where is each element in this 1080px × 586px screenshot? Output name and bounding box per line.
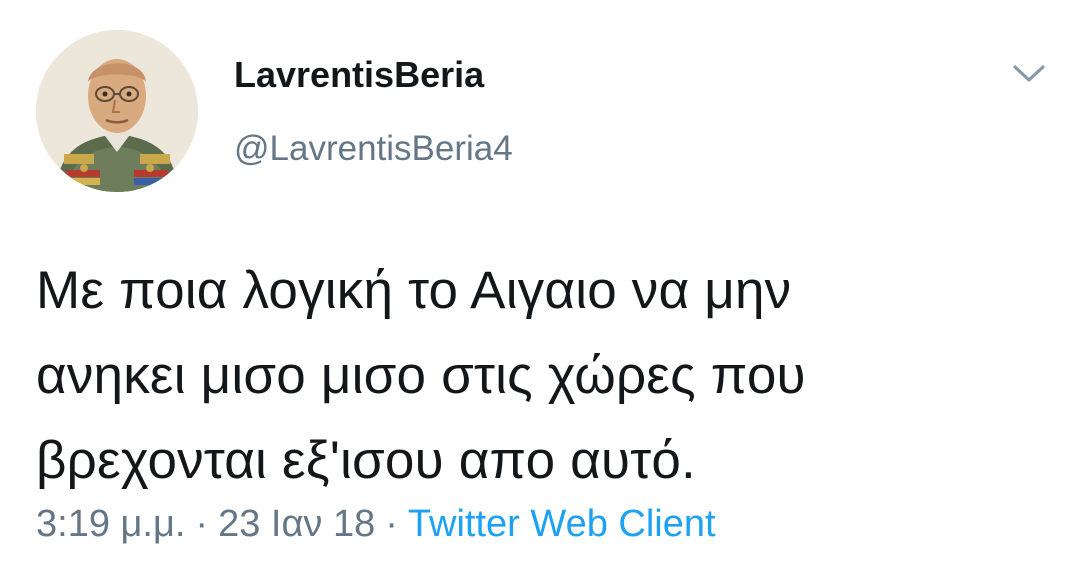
- display-name[interactable]: LavrentisBeria: [234, 53, 484, 97]
- chevron-down-icon: [1013, 65, 1045, 82]
- avatar[interactable]: [36, 30, 198, 192]
- tweet-card: LavrentisBeria @LavrentisBeria4 Με ποια …: [0, 0, 1080, 586]
- tweet-menu-button[interactable]: [1005, 55, 1053, 93]
- tweet-meta: 3:19 μ.μ. · 23 Ιαν 18 · Twitter Web Client: [36, 500, 716, 548]
- tweet-text: Με ποια λογική το Αιγαιο να μην ανηκει μ…: [36, 248, 1046, 503]
- tweet-text-line: Με ποια λογική το Αιγαιο να μην: [36, 261, 792, 320]
- tweet-date[interactable]: 23 Ιαν 18: [218, 503, 375, 545]
- meta-separator: ·: [195, 503, 209, 545]
- tweet-text-line: βρεχονται εξ'ισου απο αυτό.: [36, 431, 696, 490]
- profile-photo-icon: [36, 30, 198, 192]
- tweet-source-link[interactable]: Twitter Web Client: [408, 503, 716, 545]
- user-handle[interactable]: @LavrentisBeria4: [234, 127, 513, 171]
- meta-separator: ·: [385, 503, 398, 545]
- tweet-time[interactable]: 3:19 μ.μ.: [36, 503, 185, 545]
- tweet-text-line: ανηκει μισο μισο στις χώρες που: [36, 346, 806, 405]
